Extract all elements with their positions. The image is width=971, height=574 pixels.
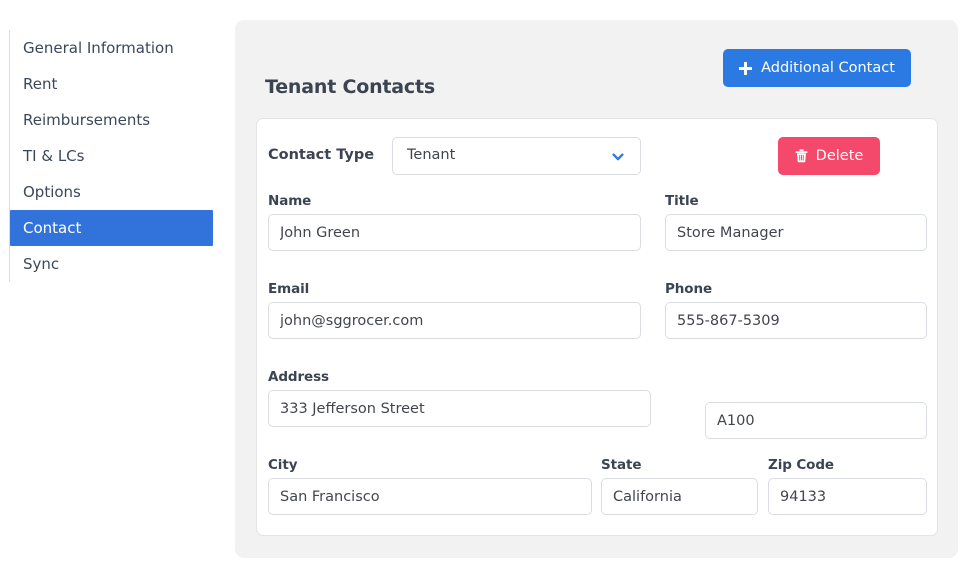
- city-input[interactable]: [268, 478, 592, 515]
- sidebar-item-label: Reimbursements: [23, 111, 151, 129]
- city-field-group: City: [268, 457, 592, 515]
- phone-input[interactable]: [665, 302, 927, 339]
- zip-code-input[interactable]: [768, 478, 927, 515]
- contact-type-row: Contact Type Tenant Delete: [257, 119, 937, 193]
- page-title: Tenant Contacts: [265, 75, 435, 98]
- contact-type-select[interactable]: Tenant: [392, 137, 641, 175]
- unit-input[interactable]: [705, 402, 927, 439]
- tenant-contacts-panel: Tenant Contacts Additional Contact Conta…: [235, 20, 958, 558]
- address-label: Address: [268, 369, 329, 385]
- add-additional-contact-label: Additional Contact: [761, 60, 895, 76]
- sidebar-item-contact[interactable]: Contact: [10, 210, 213, 246]
- city-label: City: [268, 457, 298, 473]
- panel-header: Tenant Contacts Additional Contact: [235, 20, 958, 118]
- name-input[interactable]: [268, 214, 641, 251]
- title-input[interactable]: [665, 214, 927, 251]
- zip-code-label: Zip Code: [768, 457, 834, 473]
- sidebar-item-label: Sync: [23, 255, 60, 273]
- phone-field-group: Phone: [665, 281, 927, 339]
- sidebar-item-sync[interactable]: Sync: [10, 246, 213, 282]
- name-field-group: Name: [268, 193, 641, 251]
- state-input[interactable]: [601, 478, 758, 515]
- title-label: Title: [665, 193, 699, 209]
- state-field-group: State: [601, 457, 758, 515]
- sidebar-item-general-information[interactable]: General Information: [10, 30, 213, 66]
- sidebar-item-reimbursements[interactable]: Reimbursements: [10, 102, 213, 138]
- contact-type-label: Contact Type: [268, 147, 375, 163]
- contact-card: Contact Type Tenant Delete Name John Gre…: [256, 118, 938, 536]
- delete-contact-label: Delete: [815, 148, 864, 164]
- trash-icon: [795, 149, 808, 163]
- add-additional-contact-button[interactable]: Additional Contact: [723, 49, 911, 87]
- unit-field-group: [705, 402, 927, 439]
- address-input[interactable]: [268, 390, 651, 427]
- email-field-group: Email: [268, 281, 641, 339]
- sidebar-item-label: Options: [23, 183, 81, 201]
- address-field-group: Address: [268, 369, 651, 427]
- chevron-down-icon: [612, 153, 624, 161]
- title-field-group: Title: [665, 193, 927, 251]
- phone-label: Phone: [665, 281, 713, 297]
- contact-type-selected-value: Tenant: [407, 147, 456, 163]
- email-label: Email: [268, 281, 310, 297]
- sidebar-item-label: Rent: [23, 75, 58, 93]
- zip-field-group: Zip Code: [768, 457, 927, 515]
- sidebar-nav: General Information Rent Reimbursements …: [9, 30, 213, 282]
- delete-contact-button[interactable]: Delete: [778, 137, 880, 175]
- sidebar-item-label: Contact: [23, 219, 82, 237]
- sidebar-item-ti-and-lcs[interactable]: TI & LCs: [10, 138, 213, 174]
- sidebar-item-options[interactable]: Options: [10, 174, 213, 210]
- sidebar-item-label: General Information: [23, 39, 174, 57]
- email-input[interactable]: [268, 302, 641, 339]
- state-label: State: [601, 457, 642, 473]
- sidebar-item-label: TI & LCs: [23, 147, 85, 165]
- plus-icon: [739, 61, 753, 75]
- sidebar-item-rent[interactable]: Rent: [10, 66, 213, 102]
- name-label: Name: [268, 193, 312, 209]
